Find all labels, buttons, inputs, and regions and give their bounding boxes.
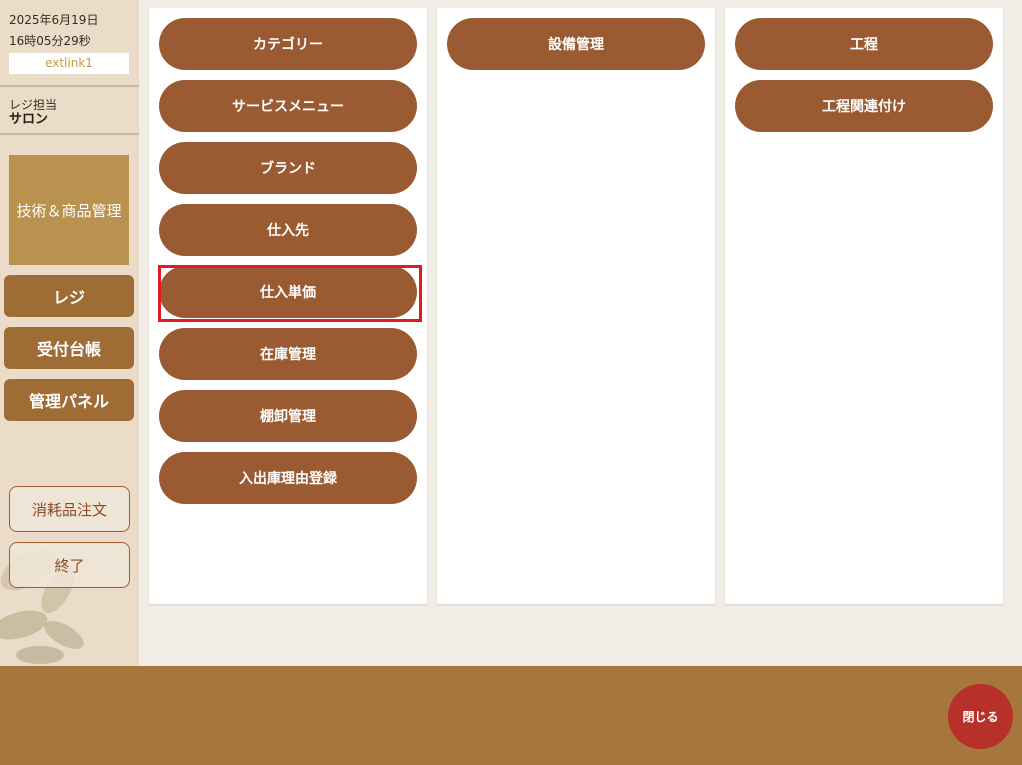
process-button[interactable]: 工程 (735, 18, 993, 70)
register-button[interactable]: レジ (4, 275, 134, 317)
purchase-price-button[interactable]: 仕入単価 (159, 266, 417, 318)
stocktaking-button[interactable]: 棚卸管理 (159, 390, 417, 442)
menu-panel-products: カテゴリー サービスメニュー ブランド 仕入先 仕入単価 在庫管理 棚卸管理 入… (149, 8, 427, 604)
sidebar: 2025年6月19日 16時05分29秒 extlink1 レジ担当 サロン 技… (0, 0, 139, 666)
divider (0, 85, 139, 87)
current-time: 16時05分29秒 (9, 34, 91, 48)
admin-panel-button[interactable]: 管理パネル (4, 379, 134, 421)
close-button[interactable]: 閉じる (948, 684, 1013, 749)
category-button[interactable]: カテゴリー (159, 18, 417, 70)
inventory-management-button[interactable]: 在庫管理 (159, 328, 417, 380)
footer-bar (0, 666, 1022, 765)
current-date: 2025年6月19日 (9, 13, 99, 27)
divider (0, 133, 139, 135)
supplier-button[interactable]: 仕入先 (159, 204, 417, 256)
menu-panel-process: 工程 工程関連付け (725, 8, 1003, 604)
service-menu-button[interactable]: サービスメニュー (159, 80, 417, 132)
reception-ledger-button[interactable]: 受付台帳 (4, 327, 134, 369)
staff-name: サロン (9, 112, 49, 127)
stock-reason-registration-button[interactable]: 入出庫理由登録 (159, 452, 417, 504)
supply-order-button[interactable]: 消耗品注文 (9, 486, 130, 532)
equipment-management-button[interactable]: 設備管理 (447, 18, 705, 70)
section-title-tech-product[interactable]: 技術＆商品管理 (9, 155, 129, 265)
process-association-button[interactable]: 工程関連付け (735, 80, 993, 132)
exit-button[interactable]: 終了 (9, 542, 130, 588)
menu-panel-equipment: 設備管理 (437, 8, 715, 604)
ext-link[interactable]: extlink1 (9, 53, 129, 74)
brand-button[interactable]: ブランド (159, 142, 417, 194)
